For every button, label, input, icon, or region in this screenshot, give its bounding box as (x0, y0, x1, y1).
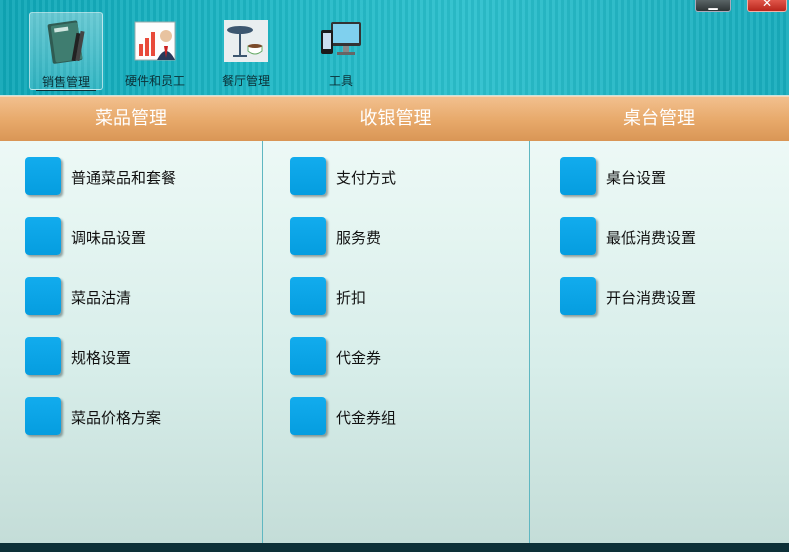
item-label: 普通菜品和套餐 (71, 169, 177, 187)
item-label: 最低消费设置 (606, 229, 697, 247)
item-square-icon (560, 157, 596, 195)
close-icon: ✕ (761, 0, 773, 10)
tool-utilities[interactable]: 工具 (305, 12, 377, 88)
devices-icon (321, 22, 361, 55)
column-divider (262, 141, 263, 543)
column-divider (529, 141, 530, 543)
item-label: 开台消费设置 (606, 289, 697, 307)
item-label: 支付方式 (336, 169, 397, 187)
tool-restaurant-management[interactable]: 餐厅管理 (210, 12, 282, 88)
item-square-icon (290, 277, 326, 315)
column-title-cashier-management: 收银管理 (359, 108, 432, 129)
item-square-icon (290, 337, 326, 375)
item-square-icon (560, 217, 596, 255)
item-label: 代金券组 (336, 409, 397, 427)
tool-label: 餐厅管理 (221, 74, 270, 88)
item-square-icon (290, 157, 326, 195)
minimize-button[interactable]: ▁ (695, 0, 731, 12)
item-label: 调味品设置 (71, 229, 147, 247)
tool-sales-management[interactable]: 销售管理 (29, 12, 103, 91)
tool-label: 工具 (328, 74, 353, 88)
book-icon (47, 20, 85, 64)
item-square-icon (25, 277, 61, 315)
item-label: 折扣 (336, 289, 367, 307)
cafe-table-icon (224, 20, 268, 62)
item-square-icon (290, 217, 326, 255)
minimize-icon: ▁ (708, 0, 718, 10)
tool-label: 硬件和员工 (124, 74, 185, 88)
column-title-table-management: 桌台管理 (623, 108, 695, 129)
tool-label: 销售管理 (36, 73, 96, 91)
item-label: 代金券 (336, 349, 382, 367)
item-label: 菜品价格方案 (71, 409, 162, 427)
settings-panel: 普通菜品和套餐 调味品设置 菜品沽清 规格设置 菜品价格方案 支付方式 服务费 … (0, 141, 789, 543)
item-square-icon (25, 337, 61, 375)
close-button[interactable]: ✕ (747, 0, 787, 12)
item-square-icon (25, 157, 61, 195)
item-label: 服务费 (336, 229, 382, 247)
item-square-icon (25, 397, 61, 435)
item-label: 规格设置 (71, 349, 132, 367)
column-title-dish-management: 菜品管理 (95, 108, 167, 129)
item-square-icon (560, 277, 596, 315)
top-toolbar: 销售管理 硬件和员工 餐厅管理 工具 ▁ ✕ (0, 0, 789, 95)
column-header-bar: 菜品管理 收银管理 桌台管理 (0, 96, 789, 142)
tool-hardware-staff[interactable]: 硬件和员工 (119, 12, 191, 88)
footer-bar (0, 543, 789, 552)
item-square-icon (290, 397, 326, 435)
presentation-icon (134, 21, 176, 61)
item-square-icon (25, 217, 61, 255)
item-label: 菜品沽清 (71, 289, 132, 307)
item-label: 桌台设置 (606, 169, 667, 187)
